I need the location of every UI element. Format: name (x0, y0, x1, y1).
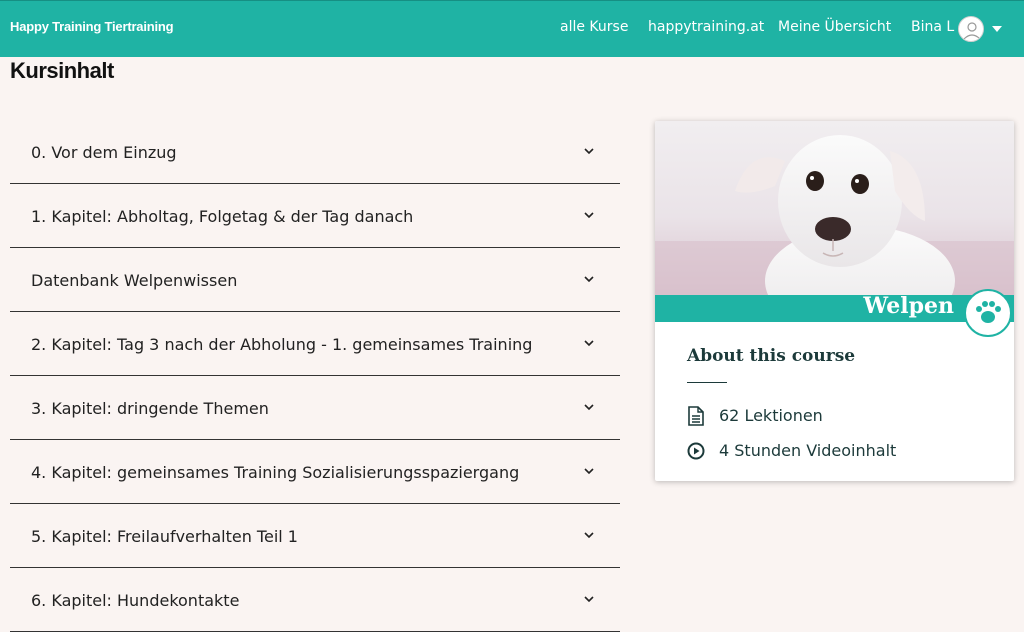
chapter-item[interactable]: 5. Kapitel: Freilaufverhalten Teil 1 (10, 504, 620, 568)
chevron-down-icon (584, 596, 594, 603)
course-banner: Welpen (655, 289, 1014, 337)
paw-badge (964, 289, 1012, 337)
chapter-accordion: 0. Vor dem Einzug 1. Kapitel: Abholtag, … (10, 120, 620, 632)
chapter-item[interactable]: 1. Kapitel: Abholtag, Folgetag & der Tag… (10, 184, 620, 248)
chevron-down-icon (584, 148, 594, 155)
video-duration: 4 Stunden Videoinhalt (687, 440, 896, 461)
chapter-title: 3. Kapitel: dringende Themen (31, 399, 269, 418)
chapter-item[interactable]: 3. Kapitel: dringende Themen (10, 376, 620, 440)
chevron-down-icon (584, 468, 594, 475)
chapter-item[interactable]: 2. Kapitel: Tag 3 nach der Abholung - 1.… (10, 312, 620, 376)
puppy-image (655, 135, 1014, 295)
chapter-item[interactable]: 6. Kapitel: Hundekontakte (10, 568, 620, 632)
brand-logo-text[interactable]: Happy Training Tiertraining (10, 19, 174, 34)
chapter-item[interactable]: 0. Vor dem Einzug (10, 120, 620, 184)
chapter-item[interactable]: Datenbank Welpenwissen (10, 248, 620, 312)
paw-icon (976, 301, 1001, 323)
nav-link-happytraining[interactable]: happytraining.at (648, 19, 764, 35)
user-menu-caret-icon[interactable] (992, 26, 1002, 32)
lessons-count: 62 Lektionen (687, 405, 823, 426)
course-cover-image (655, 121, 1014, 295)
banner-title: Welpen (863, 293, 954, 319)
chapter-title: 5. Kapitel: Freilaufverhalten Teil 1 (31, 527, 298, 546)
lessons-text: 62 Lektionen (719, 406, 823, 425)
play-circle-icon (687, 442, 705, 459)
top-navbar: Happy Training Tiertraining alle Kurse h… (0, 0, 1024, 57)
chapter-title: 0. Vor dem Einzug (31, 143, 177, 162)
nav-link-meine-uebersicht[interactable]: Meine Übersicht (778, 19, 891, 35)
avatar[interactable] (958, 16, 984, 42)
chapter-title: Datenbank Welpenwissen (31, 271, 238, 290)
user-avatar-icon (963, 22, 981, 40)
document-icon (688, 405, 704, 426)
divider (687, 382, 727, 383)
chevron-down-icon (584, 404, 594, 411)
chevron-down-icon (584, 532, 594, 539)
chevron-down-icon (584, 340, 594, 347)
chapter-title: 6. Kapitel: Hundekontakte (31, 591, 240, 610)
chapter-title: 4. Kapitel: gemeinsames Training Soziali… (31, 463, 520, 482)
chapter-item[interactable]: 4. Kapitel: gemeinsames Training Soziali… (10, 440, 620, 504)
video-text: 4 Stunden Videoinhalt (719, 441, 897, 460)
chevron-down-icon (584, 212, 594, 219)
about-course-title: About this course (687, 346, 856, 366)
chapter-title: 2. Kapitel: Tag 3 nach der Abholung - 1.… (31, 335, 533, 354)
course-info-card: Welpen About this course 62 Lektionen 4 … (655, 121, 1014, 481)
chapter-title: 1. Kapitel: Abholtag, Folgetag & der Tag… (31, 207, 414, 226)
page-title: Kursinhalt (10, 58, 114, 83)
user-name[interactable]: Bina L (911, 19, 954, 35)
chevron-down-icon (584, 276, 594, 283)
nav-link-alle-kurse[interactable]: alle Kurse (560, 19, 628, 35)
